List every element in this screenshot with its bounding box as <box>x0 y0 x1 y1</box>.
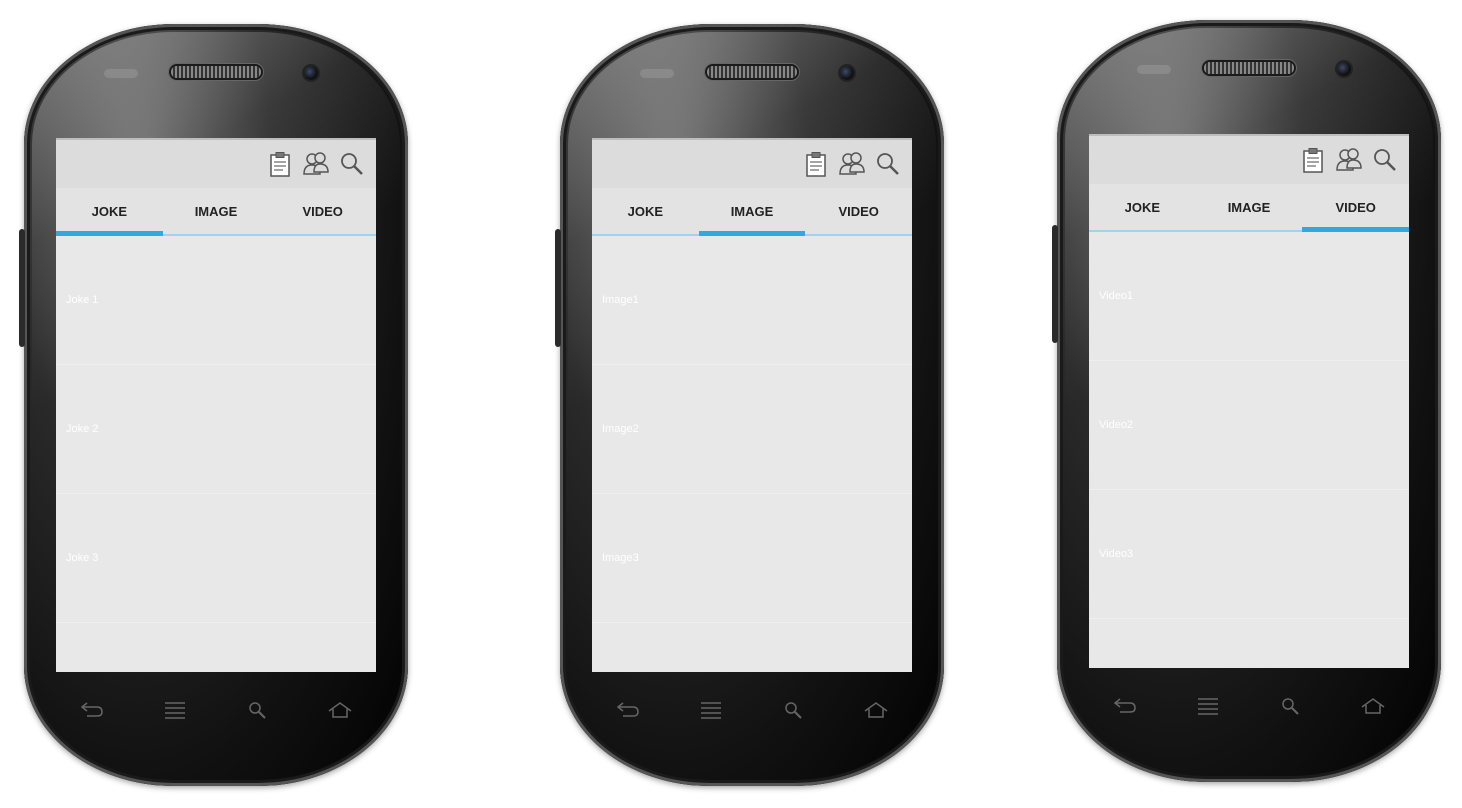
phone-joke: JOKE IMAGE VIDEO Joke 1 Joke 2 Joke 3 <box>19 24 408 786</box>
list-item-label: Joke 3 <box>66 552 99 564</box>
tab-video[interactable]: VIDEO <box>805 188 912 234</box>
back-icon[interactable] <box>610 696 646 724</box>
people-icon[interactable] <box>302 150 330 178</box>
tab-video[interactable]: VIDEO <box>1302 184 1409 232</box>
search-icon[interactable] <box>775 696 811 724</box>
search-icon[interactable] <box>874 150 902 178</box>
search-icon[interactable] <box>1272 692 1308 720</box>
screen: JOKE IMAGE VIDEO Joke 1 Joke 2 Joke 3 <box>56 138 376 672</box>
search-icon[interactable] <box>338 150 366 178</box>
list-item-label: Image2 <box>602 423 639 435</box>
list-item[interactable]: Image1 <box>592 236 912 365</box>
action-bar <box>592 138 912 188</box>
front-camera <box>1337 62 1351 76</box>
proximity-sensor <box>1137 65 1171 74</box>
list-item[interactable]: Video3 <box>1089 490 1409 619</box>
side-button <box>555 229 561 347</box>
list-item[interactable]: Image3 <box>592 494 912 623</box>
front-camera <box>840 66 854 80</box>
earpiece-speaker <box>1204 62 1294 74</box>
front-camera <box>304 66 318 80</box>
tab-joke[interactable]: JOKE <box>56 188 163 236</box>
phone-image: JOKE IMAGE VIDEO Image1 Image2 Image3 <box>555 24 944 786</box>
action-bar-actions <box>1299 146 1399 174</box>
back-icon[interactable] <box>1107 692 1143 720</box>
clipboard-icon[interactable] <box>802 150 830 178</box>
home-icon[interactable] <box>1355 692 1391 720</box>
list-item-label: Video1 <box>1099 290 1134 302</box>
list-item-label: Joke 1 <box>66 294 99 306</box>
screen: JOKE IMAGE VIDEO Video1 Video2 Video3 <box>1089 134 1409 668</box>
tab-bar: JOKE IMAGE VIDEO <box>1089 184 1409 232</box>
menu-icon[interactable] <box>1190 692 1226 720</box>
side-button <box>1052 225 1058 343</box>
list-item[interactable]: Joke 2 <box>56 365 376 494</box>
earpiece-speaker <box>707 66 797 78</box>
mockup-stage: JOKE IMAGE VIDEO Joke 1 Joke 2 Joke 3 JO… <box>0 0 1462 808</box>
list-item[interactable]: Image2 <box>592 365 912 494</box>
people-icon[interactable] <box>838 150 866 178</box>
people-icon[interactable] <box>1335 146 1363 174</box>
list-item-label: Image3 <box>602 552 639 564</box>
proximity-sensor <box>104 69 138 78</box>
list-item[interactable]: Joke 3 <box>56 494 376 623</box>
action-bar-actions <box>266 150 366 178</box>
search-icon[interactable] <box>1371 146 1399 174</box>
tab-video[interactable]: VIDEO <box>269 188 376 234</box>
tab-image[interactable]: IMAGE <box>1196 184 1303 230</box>
back-icon[interactable] <box>74 696 110 724</box>
earpiece-speaker <box>171 66 261 78</box>
tab-joke[interactable]: JOKE <box>592 188 699 234</box>
tab-bar: JOKE IMAGE VIDEO <box>592 188 912 236</box>
list-item-label: Video3 <box>1099 548 1134 560</box>
action-bar-actions <box>802 150 902 178</box>
home-icon[interactable] <box>322 696 358 724</box>
list-item-label: Video2 <box>1099 419 1134 431</box>
side-button <box>19 229 25 347</box>
proximity-sensor <box>640 69 674 78</box>
search-icon[interactable] <box>239 696 275 724</box>
clipboard-icon[interactable] <box>266 150 294 178</box>
list-item[interactable]: Video1 <box>1089 232 1409 361</box>
menu-icon[interactable] <box>157 696 193 724</box>
hardware-nav-bar <box>1107 692 1391 720</box>
home-icon[interactable] <box>858 696 894 724</box>
action-bar <box>1089 134 1409 184</box>
list-item[interactable]: Joke 1 <box>56 236 376 365</box>
menu-icon[interactable] <box>693 696 729 724</box>
clipboard-icon[interactable] <box>1299 146 1327 174</box>
hardware-nav-bar <box>610 696 894 724</box>
hardware-nav-bar <box>74 696 358 724</box>
list-item-label: Image1 <box>602 294 639 306</box>
list-item[interactable]: Video2 <box>1089 361 1409 490</box>
tab-image[interactable]: IMAGE <box>698 188 806 236</box>
screen: JOKE IMAGE VIDEO Image1 Image2 Image3 <box>592 138 912 672</box>
phone-video: JOKE IMAGE VIDEO Video1 Video2 Video3 <box>1052 20 1441 782</box>
tab-joke[interactable]: JOKE <box>1089 184 1196 230</box>
list-item-label: Joke 2 <box>66 423 99 435</box>
tab-bar: JOKE IMAGE VIDEO <box>56 188 376 236</box>
tab-image[interactable]: IMAGE <box>163 188 270 234</box>
action-bar <box>56 138 376 188</box>
